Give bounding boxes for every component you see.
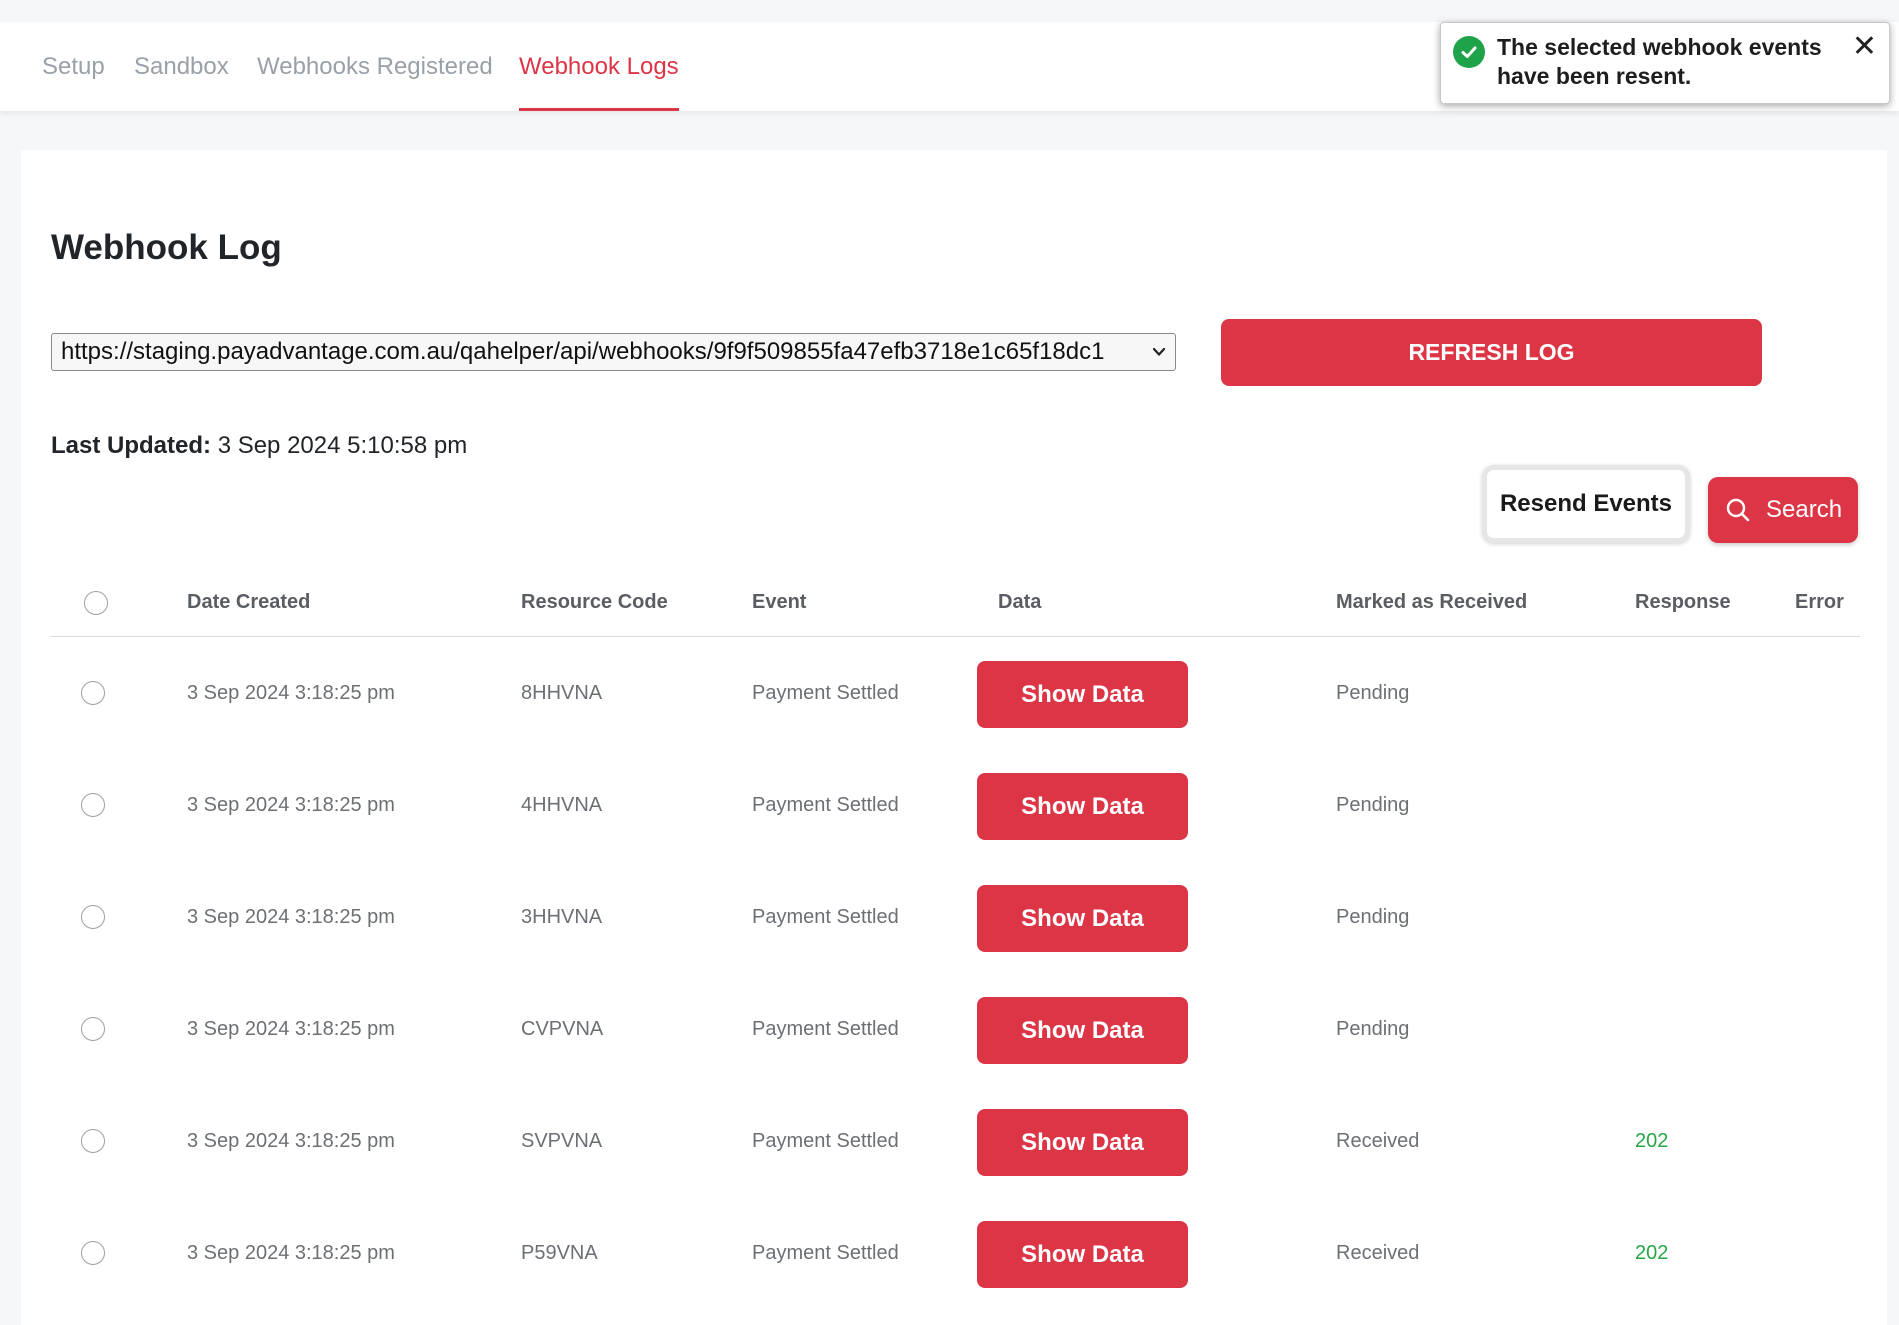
col-response: Response bbox=[1635, 591, 1731, 613]
col-error: Error bbox=[1795, 591, 1844, 613]
show-data-button[interactable]: Show Data bbox=[977, 661, 1188, 728]
col-data: Data bbox=[998, 591, 1042, 613]
table-row: 3 Sep 2024 3:18:25 pm SVPVNA Payment Set… bbox=[50, 1085, 1860, 1197]
tab-sandbox[interactable]: Sandbox bbox=[134, 22, 229, 111]
last-updated-label: Last Updated: bbox=[51, 432, 212, 459]
col-resource-code: Resource Code bbox=[521, 591, 668, 613]
cell-resource-code: 8HHVNA bbox=[521, 682, 603, 704]
cell-resource-code: 4HHVNA bbox=[521, 794, 603, 816]
chevron-down-icon bbox=[1151, 345, 1167, 364]
row-select-radio[interactable] bbox=[81, 905, 105, 929]
show-data-button[interactable]: Show Data bbox=[977, 1221, 1188, 1288]
url-select-value: https://staging.payadvantage.com.au/qahe… bbox=[61, 338, 1105, 365]
last-updated: Last Updated: 3 Sep 2024 5:10:58 pm bbox=[51, 432, 467, 460]
cell-marked-as-received: Received bbox=[1336, 1242, 1420, 1264]
cell-marked-as-received: Received bbox=[1336, 1130, 1420, 1152]
cell-event: Payment Settled bbox=[752, 1018, 899, 1040]
tab-setup[interactable]: Setup bbox=[42, 22, 105, 111]
cell-resource-code: SVPVNA bbox=[521, 1130, 603, 1152]
search-icon bbox=[1725, 497, 1751, 528]
select-all-radio[interactable] bbox=[84, 591, 108, 615]
search-button-label: Search bbox=[1766, 496, 1843, 523]
show-data-button[interactable]: Show Data bbox=[977, 885, 1188, 952]
cell-response: 202 bbox=[1635, 1130, 1669, 1152]
cell-event: Payment Settled bbox=[752, 906, 899, 928]
row-select-radio[interactable] bbox=[81, 681, 105, 705]
webhook-log-card: Webhook Log https://staging.payadvantage… bbox=[21, 150, 1887, 1325]
cell-response: 202 bbox=[1635, 1242, 1669, 1264]
cell-resource-code: CVPVNA bbox=[521, 1018, 604, 1040]
show-data-button[interactable]: Show Data bbox=[977, 1109, 1188, 1176]
cell-marked-as-received: Pending bbox=[1336, 906, 1410, 928]
check-circle-icon bbox=[1453, 36, 1485, 68]
resend-events-button[interactable]: Resend Events bbox=[1482, 465, 1690, 543]
close-icon[interactable]: ✕ bbox=[1852, 29, 1877, 65]
webhook-url-select[interactable]: https://staging.payadvantage.com.au/qahe… bbox=[51, 333, 1176, 371]
cell-date-created: 3 Sep 2024 3:18:25 pm bbox=[187, 1018, 395, 1040]
row-select-radio[interactable] bbox=[81, 1129, 105, 1153]
cell-date-created: 3 Sep 2024 3:18:25 pm bbox=[187, 906, 395, 928]
tab-webhook-logs[interactable]: Webhook Logs bbox=[519, 22, 679, 111]
show-data-button[interactable]: Show Data bbox=[977, 773, 1188, 840]
table-header: Date Created Resource Code Event Data Ma… bbox=[50, 570, 1860, 637]
success-toast: The selected webhook events have been re… bbox=[1440, 22, 1890, 104]
refresh-log-button[interactable]: REFRESH LOG bbox=[1221, 319, 1762, 386]
page-title: Webhook Log bbox=[51, 228, 282, 267]
row-select-radio[interactable] bbox=[81, 1017, 105, 1041]
cell-event: Payment Settled bbox=[752, 794, 899, 816]
cell-date-created: 3 Sep 2024 3:18:25 pm bbox=[187, 682, 395, 704]
cell-event: Payment Settled bbox=[752, 682, 899, 704]
search-button[interactable]: Search bbox=[1708, 477, 1858, 543]
row-select-radio[interactable] bbox=[81, 793, 105, 817]
toast-message: The selected webhook events have been re… bbox=[1497, 34, 1822, 89]
table-row: 3 Sep 2024 3:18:25 pm 4HHVNA Payment Set… bbox=[50, 749, 1860, 861]
show-data-button[interactable]: Show Data bbox=[977, 997, 1188, 1064]
cell-date-created: 3 Sep 2024 3:18:25 pm bbox=[187, 794, 395, 816]
cell-event: Payment Settled bbox=[752, 1130, 899, 1152]
col-marked-as-received: Marked as Received bbox=[1336, 591, 1528, 613]
cell-date-created: 3 Sep 2024 3:18:25 pm bbox=[187, 1242, 395, 1264]
col-date-created: Date Created bbox=[187, 591, 311, 613]
cell-date-created: 3 Sep 2024 3:18:25 pm bbox=[187, 1130, 395, 1152]
col-event: Event bbox=[752, 591, 807, 613]
cell-resource-code: P59VNA bbox=[521, 1242, 598, 1264]
table-row: 3 Sep 2024 3:18:25 pm P59VNA Payment Set… bbox=[50, 1197, 1860, 1309]
row-select-radio[interactable] bbox=[81, 1241, 105, 1265]
cell-event: Payment Settled bbox=[752, 1242, 899, 1264]
tab-webhooks-registered[interactable]: Webhooks Registered bbox=[257, 22, 493, 111]
cell-marked-as-received: Pending bbox=[1336, 794, 1410, 816]
cell-marked-as-received: Pending bbox=[1336, 682, 1410, 704]
table-row: 3 Sep 2024 3:18:25 pm 8HHVNA Payment Set… bbox=[50, 637, 1860, 749]
table-row: 3 Sep 2024 3:18:25 pm 3HHVNA Payment Set… bbox=[50, 861, 1860, 973]
table-row: 3 Sep 2024 3:18:25 pm CVPVNA Payment Set… bbox=[50, 973, 1860, 1085]
cell-resource-code: 3HHVNA bbox=[521, 906, 603, 928]
cell-marked-as-received: Pending bbox=[1336, 1018, 1410, 1040]
last-updated-value: 3 Sep 2024 5:10:58 pm bbox=[217, 432, 468, 459]
